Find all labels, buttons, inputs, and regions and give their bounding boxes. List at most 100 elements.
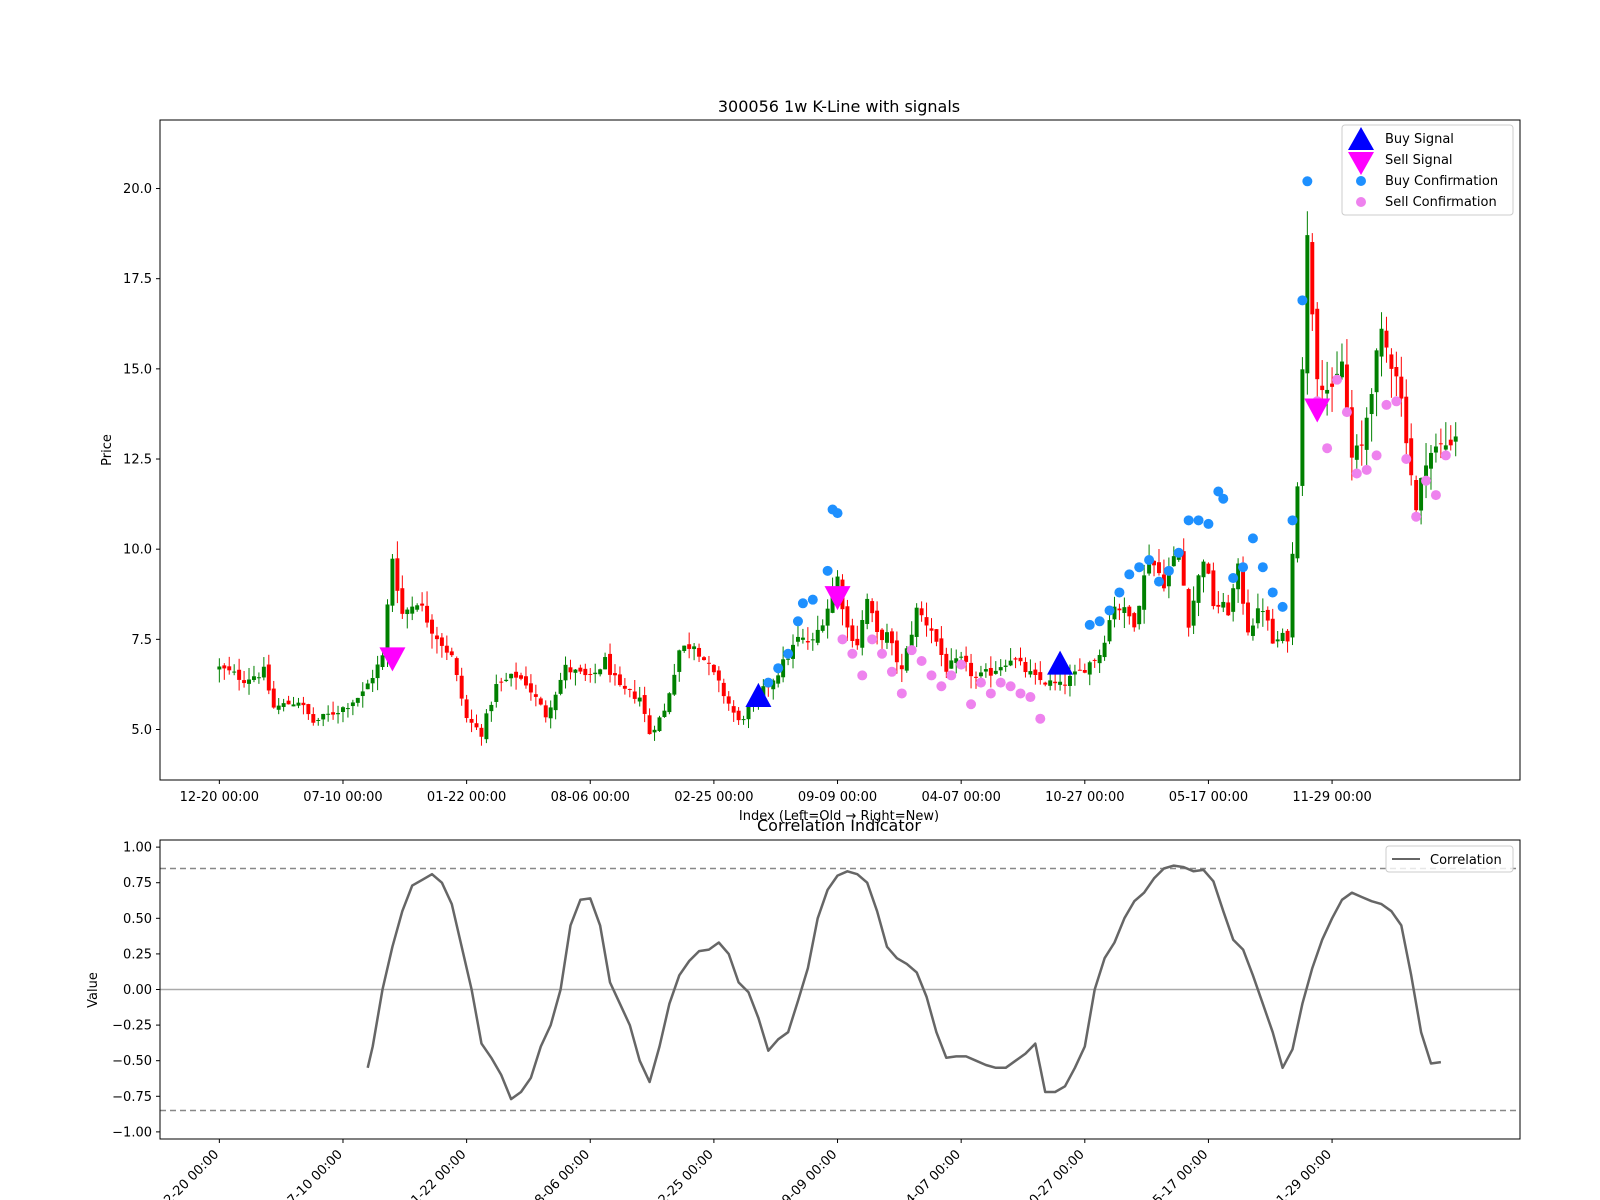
candle-body [474,723,479,728]
candle-body [800,637,805,640]
sell-confirmation-point [936,681,947,692]
sell-confirmation-point [1025,692,1036,703]
candle-body [1438,443,1443,445]
correlation-y-tick-label: −1.00 [112,1125,152,1140]
legend-sell-confirmation-label: Sell Confirmation [1385,195,1497,210]
candle-body [622,685,627,689]
sell-confirmation-point [1332,374,1343,385]
candle-body [1092,659,1097,661]
candle-body [222,665,227,669]
candle-body [870,601,875,614]
candle-body [1404,396,1409,444]
candle-body [1379,328,1384,357]
legend-sell-signal-label: Sell Signal [1385,153,1453,168]
candle-body [746,706,751,720]
candle-body [1087,662,1092,675]
candle-body [652,729,657,733]
buy-confirmation-point [1084,619,1095,630]
candle-body [321,713,326,720]
candle-body [1102,642,1107,658]
buy-confirmation-point [1094,616,1105,627]
buy-confirmation-point [1124,569,1135,580]
buy-confirmation-point [1114,587,1125,598]
correlation-y-tick-label: 1.00 [123,841,152,856]
candle-body [845,606,850,628]
candle [667,692,672,715]
candle-body [1077,669,1082,671]
candle-body [331,712,336,715]
kline-y-tick-label: 12.5 [123,453,152,468]
candle-body [1211,570,1216,607]
kline-y-tick-label: 15.0 [123,362,152,377]
sell-confirmation-point [906,645,917,656]
candle-body [1369,394,1374,415]
candle-body [1082,670,1087,673]
sell-confirmation-point [966,699,977,710]
candle-body [657,717,662,732]
candle-body [578,667,583,672]
candle-body [251,676,256,680]
candle-body [924,617,929,626]
sell-confirmation-point [1440,450,1451,461]
kline-y-tick-label: 20.0 [123,182,152,197]
buy-confirmation-point [1287,515,1298,526]
kline-x-tick-label: 10-27 00:00 [1045,790,1124,805]
buy-confirmation-point [1228,573,1239,584]
candle [484,709,489,744]
candle-body [706,662,711,664]
kline-x-tick-label: 12-20 00:00 [180,790,259,805]
correlation-legend: Correlation [1385,845,1514,873]
candle-body [1186,589,1191,628]
buy-confirmation-point [1163,565,1174,576]
candle-body [776,675,781,684]
candle-body [583,668,588,676]
candle-body [553,694,558,711]
sell-confirmation-point [916,655,927,666]
candle-body [914,607,919,637]
kline-x-tick-label: 07-10 00:00 [303,790,382,805]
candle-body [1389,354,1394,369]
candle-body [697,647,702,657]
candle-body [489,704,494,712]
candle-body [1414,480,1419,511]
sell-confirmation-point [1391,396,1402,407]
candle-body [687,644,692,649]
candle-body [899,665,904,670]
kline-chart-title: 300056 1w K-Line with signals [718,97,960,116]
candle-body [1364,417,1369,450]
buy-confirmation-point [822,565,833,576]
buy-confirmation-point [1257,562,1268,573]
legend-buy-confirmation-marker [1356,176,1366,186]
sell-confirmation-point [1411,511,1422,522]
candle-body [454,658,459,676]
buy-confirmation-point [807,594,818,605]
candle-body [1260,611,1265,613]
buy-confirmation-point [1238,562,1249,573]
candle-body [464,699,469,719]
candle-body [1424,465,1429,478]
buy-confirmation-point [1302,176,1313,187]
candle-body [637,697,642,702]
candle-body [1132,613,1137,628]
candle-body [1448,439,1453,446]
candle-body [276,705,281,710]
candle-body [415,605,420,610]
candle-body [519,675,523,679]
candle-body [1028,671,1033,675]
candle-body [875,610,880,633]
candle-body [514,671,519,678]
candle-body [291,704,296,707]
candle-body [627,688,632,690]
buy-confirmation-point [1183,515,1194,526]
candle-body [978,672,983,677]
legend-sell-confirmation-marker [1356,197,1366,207]
candle-body [1250,625,1255,636]
candle-body [815,629,820,643]
buy-confirmation-point [763,677,774,688]
candle-body [1122,607,1127,613]
buy-confirmation-point [773,663,784,674]
kline-legend: Buy Signal Sell Signal Buy Confirmation … [1341,124,1514,216]
candle-body [1453,436,1458,442]
candle-body [598,669,603,675]
buy-confirmation-point [832,508,843,519]
